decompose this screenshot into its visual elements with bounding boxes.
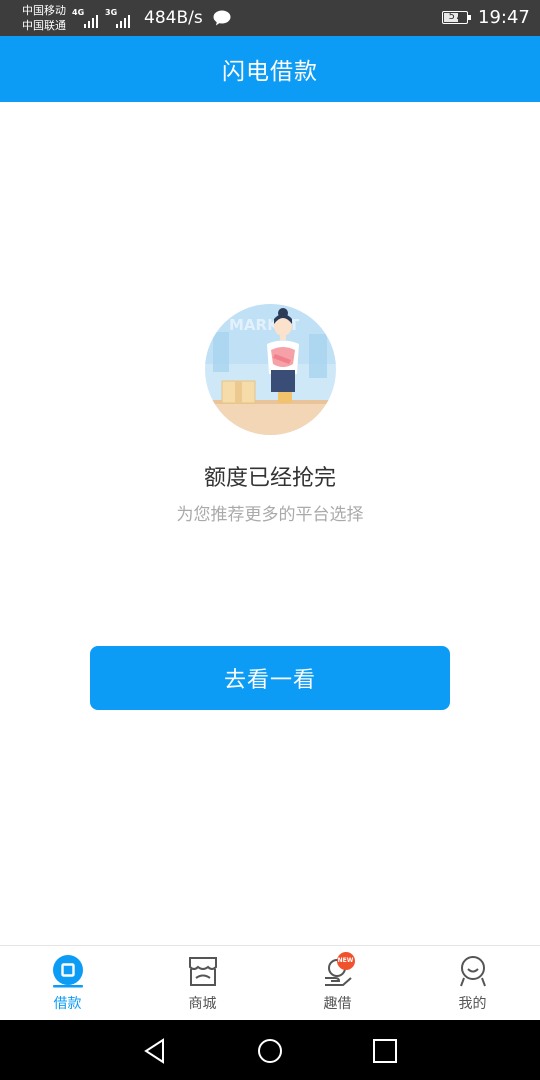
go-look-button-label: 去看一看 <box>223 668 316 693</box>
empty-state-subtitle: 为您推荐更多的平台选择 <box>176 505 364 525</box>
tab-shop[interactable]: 商城 <box>135 946 270 1021</box>
empty-state-title: 额度已经抢完 <box>203 466 336 491</box>
tab-label: 商城 <box>188 996 217 1012</box>
profile-icon <box>456 954 490 988</box>
battery-icon: 57 <box>442 11 471 24</box>
carrier-2: 中国联通 <box>22 19 66 32</box>
battery-level: 57 <box>448 11 462 22</box>
chat-bubble-icon <box>213 10 231 30</box>
tab-mine[interactable]: 我的 <box>405 946 540 1021</box>
tab-label: 我的 <box>458 996 487 1012</box>
tab-loan[interactable]: 借款 <box>0 946 135 1021</box>
go-look-button[interactable]: 去看一看 <box>90 646 450 710</box>
home-icon[interactable] <box>255 1036 285 1066</box>
new-badge: NEW <box>336 952 355 970</box>
market-clerk-illustration: MARKET <box>205 304 336 435</box>
loan-icon <box>51 954 85 988</box>
system-navigation-bar <box>0 1020 540 1080</box>
signal-icon: 4G 3G <box>72 8 132 28</box>
status-bar: 中国移动 中国联通 4G 3G 484B/s 57 19:47 <box>0 0 540 36</box>
recents-icon[interactable] <box>370 1036 400 1066</box>
bottom-tab-bar: 借款 商城 NEW 趣借 我的 <box>0 945 540 1020</box>
tab-label: 趣借 <box>323 996 352 1012</box>
app-header: 闪电借款 <box>0 36 540 102</box>
network-speed: 484B/s <box>144 8 203 28</box>
page-title: 闪电借款 <box>222 59 318 85</box>
shop-icon <box>186 954 220 988</box>
clock: 19:47 <box>478 7 530 28</box>
hand-coin-icon: NEW <box>321 952 355 988</box>
tab-fun-loan[interactable]: NEW 趣借 <box>270 946 405 1021</box>
carrier-names: 中国移动 中国联通 <box>22 3 66 33</box>
tab-label: 借款 <box>53 996 82 1012</box>
carrier-1: 中国移动 <box>22 4 66 17</box>
back-icon[interactable] <box>141 1036 171 1066</box>
network-type-1: 4G <box>72 8 85 17</box>
